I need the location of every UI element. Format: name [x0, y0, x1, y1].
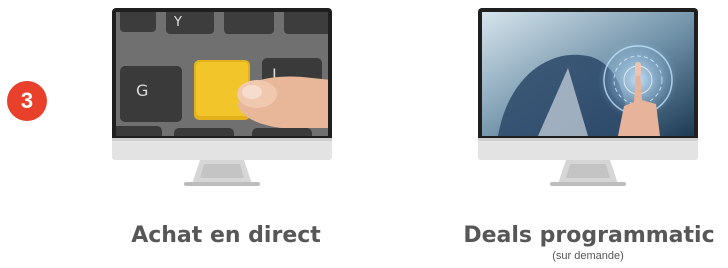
- svg-text:Y: Y: [173, 15, 182, 30]
- monitor-direct-buy: Y G J: [112, 8, 332, 198]
- monitor-programmatic-deals: [478, 8, 698, 198]
- page: 3 Y G J Achat en direct Deals programmat…: [0, 0, 728, 268]
- step-number-badge: 3: [7, 81, 47, 121]
- caption-programmatic-deals: Deals programmatic: [463, 223, 715, 248]
- monitor-programmatic-illustration: [478, 8, 698, 186]
- subcaption-on-demand: (sur demande): [552, 250, 624, 262]
- keyboard-photo: Y G J: [116, 12, 328, 136]
- caption-direct-buy: Achat en direct: [131, 223, 321, 248]
- touchscreen-photo: [482, 12, 694, 136]
- svg-text:G: G: [136, 81, 148, 100]
- monitor-direct-buy-illustration: Y G J: [112, 8, 332, 186]
